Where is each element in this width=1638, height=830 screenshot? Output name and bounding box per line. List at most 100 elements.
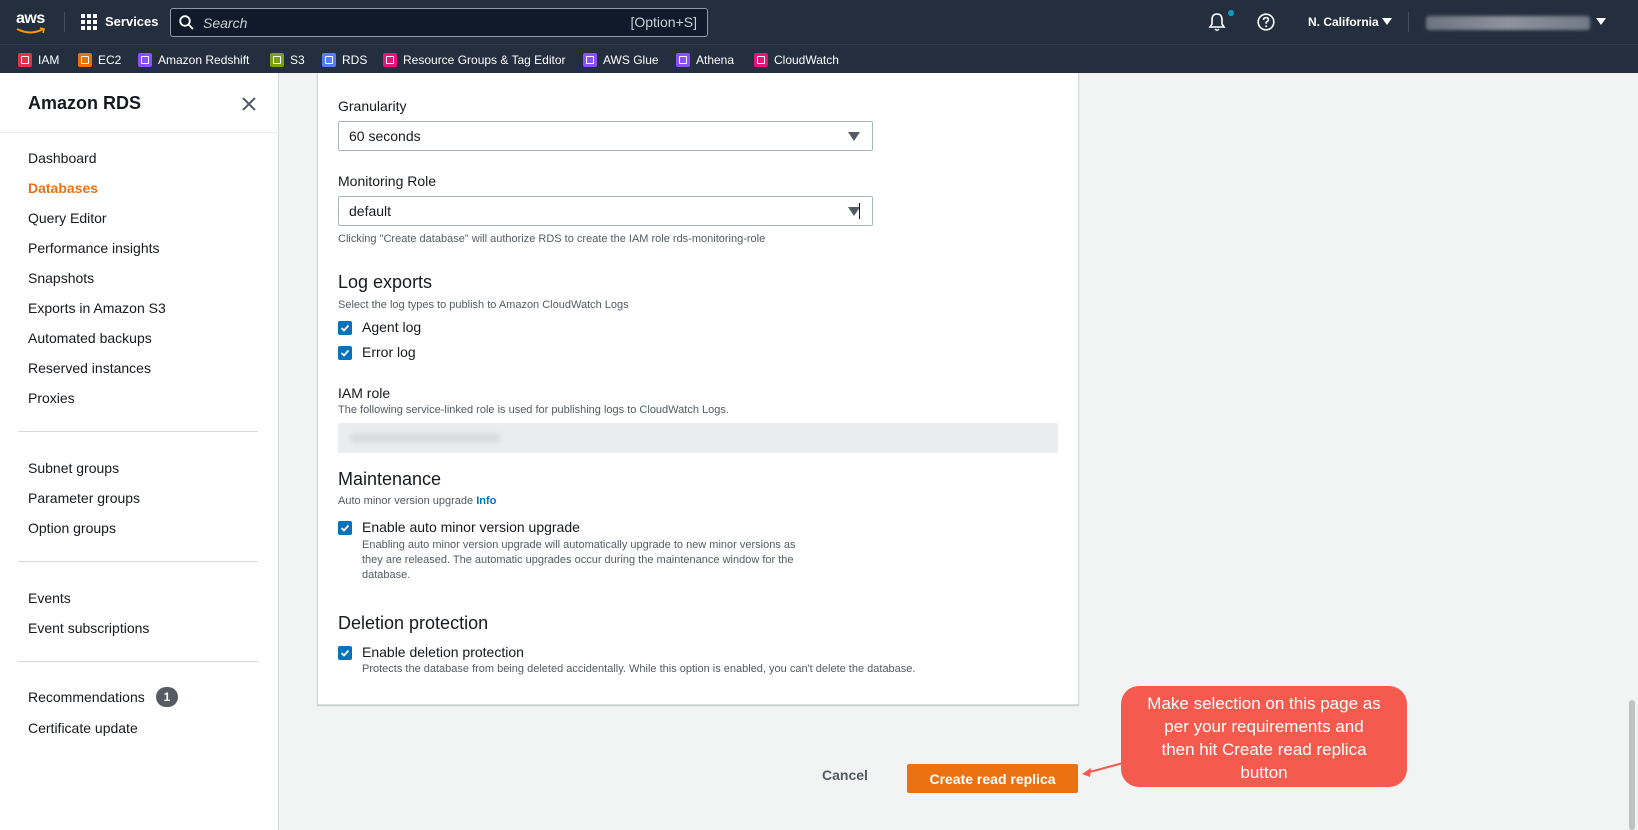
sidebar-title: Amazon RDS [28,93,142,113]
error-log-label: Error log [362,344,416,360]
close-icon[interactable] [241,96,257,112]
divider [1408,12,1409,32]
help-icon[interactable] [1257,13,1275,31]
callout-line: Make selection on this page as [1147,694,1381,713]
info-link[interactable]: Info [476,495,496,507]
monitoring-role-selected-value: default [349,203,392,219]
region-selector[interactable]: N. California [1308,15,1379,29]
favorite-ec2[interactable]: EC2 [78,52,121,68]
sidebar-item-automated-backups[interactable]: Automated backups [28,330,152,346]
log-exports-heading: Log exports [338,272,433,292]
search-shortcut-hint: [Option+S] [630,14,697,30]
iam-role-hint: The following service-linked role is use… [338,404,729,416]
search-input[interactable] [203,9,583,36]
checkmark-icon [340,324,350,332]
create-read-replica-button[interactable]: Create read replica [907,764,1078,793]
glue-service-icon [583,53,597,67]
granularity-label: Granularity [338,98,407,114]
auto-minor-upgrade-checkbox[interactable] [338,521,352,535]
sidebar-divider [18,661,258,662]
chevron-down-icon [848,132,860,141]
sidebar-item-dashboard[interactable]: Dashboard [28,150,97,166]
settings-panel [317,73,1079,705]
log-exports-hint: Select the log types to publish to Amazo… [338,299,629,311]
favorite-cloudwatch[interactable]: CloudWatch [754,52,839,68]
monitoring-role-label: Monitoring Role [338,173,437,189]
iam-role-readonly-field [338,423,1058,453]
resource-groups-service-icon [383,53,397,67]
callout-line: button [1240,763,1288,782]
divider [64,12,65,32]
callout-line: then hit Create read replica [1161,740,1367,759]
ec2-service-icon [78,53,92,67]
monitoring-role-hint: Clicking "Create database" will authoriz… [338,233,766,245]
athena-service-icon [676,53,690,67]
cloudwatch-service-icon [754,53,768,67]
favorite-s3[interactable]: S3 [270,52,305,68]
favorite-athena[interactable]: Athena [676,52,734,68]
deletion-protection-description: Protects the database from being deleted… [362,663,916,675]
notification-dot [1228,10,1234,16]
favorites-bar: IAM EC2 Amazon Redshift S3 RDS Resource … [0,44,1638,73]
favorite-iam[interactable]: IAM [18,52,59,68]
sidebar-item-query-editor[interactable]: Query Editor [28,210,107,226]
rds-service-icon [322,53,336,67]
sidebar-item-certificate-update[interactable]: Certificate update [28,720,138,736]
description-line: they are released. The automatic upgrade… [362,554,794,566]
auto-minor-upgrade-description: Enabling auto minor version upgrade will… [362,538,796,583]
agent-log-checkbox[interactable] [338,321,352,335]
deletion-protection-heading: Deletion protection [338,613,489,633]
sidebar-item-events[interactable]: Events [28,590,71,606]
granularity-selected-value: 60 seconds [349,128,421,144]
favorite-resource-groups[interactable]: Resource Groups & Tag Editor [383,52,566,68]
account-caret-icon[interactable] [1596,18,1606,25]
services-grid-icon[interactable] [81,14,97,30]
favorite-aws-glue[interactable]: AWS Glue [583,52,659,68]
sidebar-item-option-groups[interactable]: Option groups [28,520,116,536]
sidebar-item-event-subscriptions[interactable]: Event subscriptions [28,620,149,636]
iam-service-icon [18,53,32,67]
checkmark-icon [340,349,350,357]
sidebar-item-performance-insights[interactable]: Performance insights [28,240,160,256]
s3-service-icon [270,53,284,67]
iam-role-label: IAM role [338,385,391,401]
error-log-checkbox[interactable] [338,346,352,360]
description-line: database. [362,569,411,581]
monitoring-role-select[interactable]: default [338,196,873,226]
sidebar-item-databases[interactable]: Databases [28,180,98,196]
notifications-bell-icon[interactable] [1207,12,1227,32]
page-scrollbar[interactable] [1626,73,1638,830]
sidebar-divider [18,431,258,432]
sidebar-item-reserved-instances[interactable]: Reserved instances [28,360,151,376]
deletion-protection-checkbox[interactable] [338,646,352,660]
granularity-select[interactable]: 60 seconds [338,121,873,151]
search-box[interactable]: [Option+S] [170,8,708,37]
favorite-redshift[interactable]: Amazon Redshift [138,52,249,68]
sidebar-item-snapshots[interactable]: Snapshots [28,270,94,286]
auto-minor-upgrade-label: Enable auto minor version upgrade [362,519,580,535]
recommendations-count-badge: 1 [156,687,178,707]
auto-minor-upgrade-hint-text: Auto minor version upgrade [338,495,474,507]
maintenance-heading: Maintenance [338,469,442,489]
sidebar-item-parameter-groups[interactable]: Parameter groups [28,490,140,506]
description-line: Enabling auto minor version upgrade will… [362,539,796,551]
favorite-rds[interactable]: RDS [322,52,367,68]
instruction-callout: Make selection on this page as per your … [1121,686,1407,787]
aws-logo-text: aws [16,10,45,27]
account-menu-redacted[interactable] [1426,16,1590,30]
region-caret-icon[interactable] [1382,18,1392,25]
scrollbar-thumb[interactable] [1629,700,1635,830]
cancel-button[interactable]: Cancel [822,767,868,783]
search-icon [179,15,194,30]
sidebar-item-exports-s3[interactable]: Exports in Amazon S3 [28,300,166,316]
maintenance-hint: Auto minor version upgrade Info [338,495,496,507]
sidebar-item-proxies[interactable]: Proxies [28,390,75,406]
checkmark-icon [340,524,350,532]
sidebar-item-subnet-groups[interactable]: Subnet groups [28,460,119,476]
sidebar-item-recommendations[interactable]: Recommendations [28,689,145,705]
services-menu-button[interactable]: Services [105,14,159,29]
sidebar-header-divider [0,132,278,133]
aws-logo[interactable]: aws [16,9,48,34]
sidebar: Amazon RDS Dashboard Databases Query Edi… [0,73,279,830]
top-navigation-bar: aws Services [Option+S] N. California [0,0,1638,44]
